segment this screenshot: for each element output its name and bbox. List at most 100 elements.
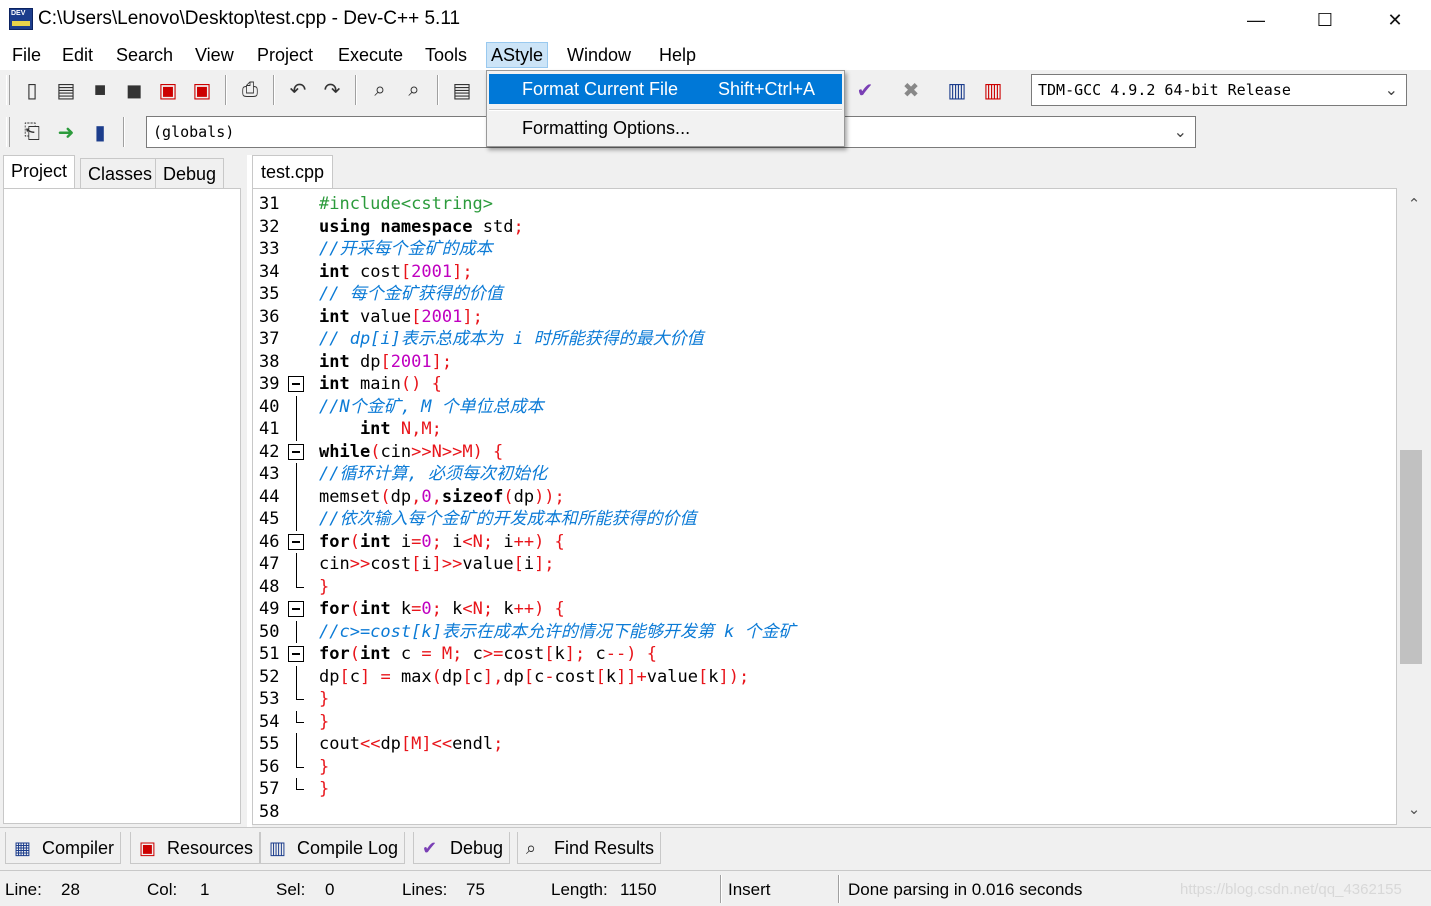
fold-collapse-icon[interactable]: [288, 533, 304, 550]
toggle-bookmark-icon[interactable]: ▮: [85, 117, 115, 147]
formatting-options-item[interactable]: Formatting Options...: [489, 113, 842, 143]
print-icon[interactable]: ⎙: [235, 75, 265, 105]
project-tree[interactable]: [3, 188, 241, 824]
code-line[interactable]: 34 int cost[2001];: [253, 261, 1396, 284]
code-line[interactable]: 42 while(cin>>N>>M) {: [253, 441, 1396, 464]
code-line[interactable]: 48}: [253, 575, 1396, 599]
goto-bookmark-icon[interactable]: ➜: [51, 117, 81, 147]
menu-edit[interactable]: Edit: [58, 42, 97, 68]
code-line[interactable]: 41 int N,M;: [253, 418, 1396, 441]
minimize-button[interactable]: —: [1221, 0, 1291, 40]
menu-window[interactable]: Window: [563, 42, 635, 68]
menu-astyle[interactable]: AStyle: [486, 42, 549, 68]
tab-project[interactable]: Project: [3, 155, 76, 188]
scroll-thumb[interactable]: [1400, 450, 1422, 664]
code-token: int: [359, 599, 391, 619]
tab-debug[interactable]: Debug: [155, 158, 225, 188]
tab-find-results[interactable]: ⌕ Find Results: [517, 832, 662, 864]
fold-collapse-icon[interactable]: [288, 443, 304, 460]
line-number: 44: [259, 486, 280, 507]
code-line[interactable]: 33 //开采每个金矿的成本: [253, 238, 1396, 261]
scroll-up-icon[interactable]: ⌃: [1398, 192, 1430, 216]
code-line[interactable]: 44 memset(dp,0,sizeof(dp));: [253, 485, 1396, 508]
tab-classes[interactable]: Classes: [80, 158, 161, 188]
tab-test-cpp[interactable]: test.cpp: [252, 155, 334, 188]
code-line[interactable]: 54}: [253, 710, 1396, 734]
stop-execution-icon[interactable]: ✖: [896, 75, 926, 105]
tab-compile-log[interactable]: ▥ Compile Log: [260, 832, 406, 864]
code-line[interactable]: 37 // dp[i]表示总成本为 i 时所能获得的最大价值: [253, 328, 1396, 351]
code-line[interactable]: 40 //N个金矿, M 个单位总成本: [253, 395, 1396, 418]
code-text: }: [319, 756, 329, 779]
code-line[interactable]: 52 dp[c] = max(dp[c],dp[c-cost[k]]+value[…: [253, 665, 1396, 688]
tab-compiler[interactable]: ▦ Compiler: [5, 832, 122, 864]
code-line[interactable]: 50 //c>=cost[k]表示在成本允许的情况下能够开发第 k 个金矿: [253, 620, 1396, 643]
code-token: i: [452, 531, 463, 552]
code-line[interactable]: 55 cout<<dp[M]<<endl;: [253, 733, 1396, 756]
code-line[interactable]: 45 //依次输入每个金矿的开发成本和所能获得的价值: [253, 508, 1396, 531]
check-syntax-icon[interactable]: ✔: [850, 75, 880, 105]
undo-icon[interactable]: ↶: [283, 75, 313, 105]
code-line[interactable]: 58: [253, 801, 1396, 824]
redo-icon[interactable]: ↷: [317, 75, 347, 105]
vertical-scrollbar[interactable]: ⌃ ⌄: [1398, 188, 1430, 825]
code-line[interactable]: 51 for(int c = M; c>=cost[k]; c--) {: [253, 643, 1396, 666]
code-token: <N;: [462, 599, 504, 619]
fold-collapse-icon[interactable]: [288, 376, 304, 392]
status-message: Done parsing in 0.016 seconds: [848, 880, 1083, 899]
code-line[interactable]: 32 using namespace std;: [253, 216, 1396, 239]
close-button[interactable]: ✕: [1360, 0, 1430, 40]
delete-profile-icon[interactable]: ▥: [978, 75, 1008, 105]
code-line[interactable]: 31 #include<cstring>: [253, 193, 1396, 216]
tab-debug-output[interactable]: ✔ Debug: [413, 832, 511, 864]
scroll-down-icon[interactable]: ⌄: [1398, 797, 1430, 821]
code-token: memset: [319, 486, 381, 507]
menu-execute[interactable]: Execute: [334, 42, 407, 68]
code-line[interactable]: 56}: [253, 755, 1396, 779]
maximize-button[interactable]: ☐: [1290, 0, 1360, 40]
profile-icon[interactable]: ▥: [942, 75, 972, 105]
insert-icon[interactable]: ⎗: [17, 117, 47, 147]
fold-guide: [296, 395, 297, 418]
goto-line-icon[interactable]: ▤: [447, 75, 477, 105]
code-editor[interactable]: 31 #include<cstring> 32 using namespace std…: [252, 188, 1397, 825]
new-file-icon[interactable]: ▯: [17, 75, 47, 105]
tab-resources[interactable]: ▣ Resources: [130, 832, 261, 864]
code-line[interactable]: 53}: [253, 688, 1396, 711]
code-line[interactable]: 35 // 每个金矿获得的价值: [253, 283, 1396, 306]
fold-collapse-icon[interactable]: [288, 646, 304, 662]
replace-icon[interactable]: ⌕: [399, 75, 429, 105]
menu-tools[interactable]: Tools: [421, 42, 471, 68]
line-number: 31: [259, 194, 280, 214]
menu-file[interactable]: File: [8, 42, 45, 68]
compiler-select[interactable]: TDM-GCC 4.9.2 64-bit Release ⌄: [1031, 74, 1407, 106]
line-number: 37: [259, 329, 280, 349]
close-file-icon[interactable]: ▣: [153, 75, 183, 105]
code-line[interactable]: 38 int dp[2001];: [253, 351, 1396, 374]
menu-project[interactable]: Project: [253, 42, 317, 68]
code-line[interactable]: 46 for(int i=0; i<N; i++) {: [253, 531, 1396, 554]
code-line[interactable]: 49 for(int k=0; k<N; k++) {: [253, 598, 1396, 621]
format-current-file-item[interactable]: Format Current File Shift+Ctrl+A: [489, 74, 842, 104]
code-line[interactable]: 47 cin>>cost[i]>>value[i];: [253, 553, 1396, 576]
code-token: ];: [431, 351, 453, 372]
code-line[interactable]: 57}: [253, 778, 1396, 801]
menu-help[interactable]: Help: [655, 42, 700, 68]
fold-collapse-icon[interactable]: [288, 601, 304, 617]
save-icon[interactable]: ■: [85, 75, 115, 105]
code-line[interactable]: 39 int main() {: [253, 373, 1396, 396]
menu-search[interactable]: Search: [112, 42, 177, 68]
code-token: >>: [349, 554, 371, 574]
find-icon[interactable]: ⌕: [365, 75, 395, 105]
close-all-icon[interactable]: ▣: [187, 75, 217, 105]
menu-view[interactable]: View: [191, 42, 238, 68]
save-all-icon[interactable]: ◼: [119, 75, 149, 105]
code-line[interactable]: 43 //循环计算, 必须每次初始化: [253, 463, 1396, 486]
open-file-icon[interactable]: ▤: [51, 75, 81, 105]
fold-end-marker: [296, 789, 304, 790]
code-token: =: [411, 531, 422, 552]
code-token: k: [503, 599, 514, 619]
code-line[interactable]: 36 int value[2001];: [253, 306, 1396, 329]
code-token: ]);: [718, 666, 750, 687]
code-token: c: [472, 644, 483, 664]
